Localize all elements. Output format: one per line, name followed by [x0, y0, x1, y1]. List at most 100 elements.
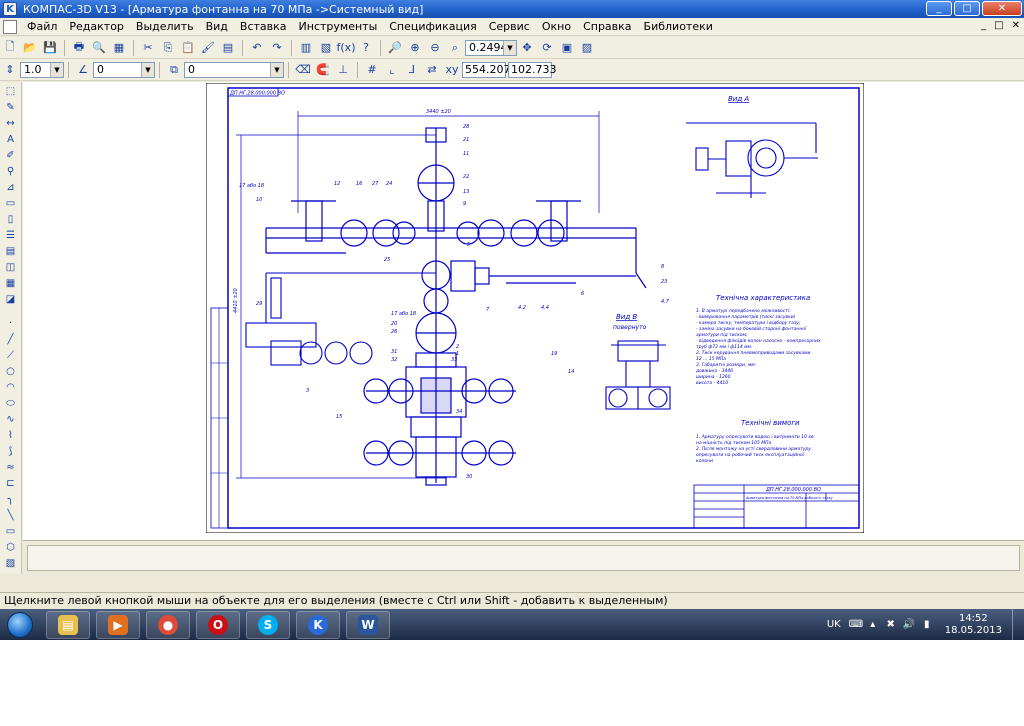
menu-window[interactable]: Окно [536, 20, 577, 33]
variables-icon[interactable]: ▧ [318, 40, 334, 56]
macro-tool-icon[interactable]: ◪ [3, 292, 19, 307]
fillet-icon[interactable]: ╮ [3, 492, 19, 507]
taskbar-word[interactable]: W [346, 610, 390, 639]
contour-icon[interactable]: ⊏ [3, 476, 19, 491]
cursor-coords-icon[interactable]: ⇄ [424, 62, 440, 78]
drawing-sheet[interactable]: ДП.НГ.28.000.000 ВО 3440 ±20 4410 ±20 Ви… [206, 83, 864, 533]
arc-icon[interactable]: ◠ [3, 380, 19, 395]
edit-tool-icon[interactable]: ✐ [3, 148, 19, 163]
menu-libraries[interactable]: Библиотеки [638, 20, 719, 33]
mdi-close-button[interactable]: ✕ [1012, 20, 1020, 31]
menu-editor[interactable]: Редактор [63, 20, 130, 33]
refresh-icon[interactable]: ⟳ [539, 40, 555, 56]
coord-x-field[interactable]: 554.207 [462, 61, 511, 78]
reports-tool-icon[interactable]: ▤ [3, 244, 19, 259]
taskbar-opera[interactable]: O [196, 610, 240, 639]
ortho-mode-icon[interactable]: ⅃ [404, 62, 420, 78]
tray-arrow-icon[interactable]: ▴ [867, 619, 879, 631]
close-button[interactable]: ✕ [982, 1, 1022, 16]
chevron-down-icon[interactable]: ▼ [141, 62, 154, 77]
menu-help[interactable]: Справка [577, 20, 637, 33]
point-icon[interactable]: · [3, 316, 19, 331]
cut-icon[interactable]: ✂ [140, 40, 156, 56]
taskbar-explorer[interactable]: ▤ [46, 610, 90, 639]
fragment-tool-icon[interactable]: ▦ [3, 276, 19, 291]
ortho-icon[interactable]: ⊥ [335, 62, 351, 78]
ellipse-icon[interactable]: ⬭ [3, 396, 19, 411]
mdi-restore-button[interactable]: □ [994, 20, 1003, 31]
horizontal-scrollbar[interactable] [0, 574, 1024, 592]
zoom-out-icon[interactable]: ⊖ [427, 40, 443, 56]
circle-icon[interactable]: ○ [3, 364, 19, 379]
snap-icon[interactable]: 🧲 [315, 62, 331, 78]
new-document-icon[interactable]: 🗋 [2, 40, 18, 56]
preview-icon[interactable]: 🔍 [91, 40, 107, 56]
auxiliary-line-icon[interactable]: ╱ [3, 332, 19, 347]
show-desktop-button[interactable] [1012, 609, 1024, 640]
zoom-combo[interactable]: 0.2494 ▼ [465, 39, 517, 56]
taskbar-chrome[interactable]: ● [146, 610, 190, 639]
view-manager-icon[interactable]: ▨ [579, 40, 595, 56]
chevron-down-icon[interactable]: ▼ [503, 40, 516, 55]
curve-icon[interactable]: ⟆ [3, 444, 19, 459]
layers-icon[interactable]: ▣ [559, 40, 575, 56]
function-icon[interactable]: f(x) [337, 40, 356, 56]
zoom-in-icon[interactable]: ⊕ [407, 40, 423, 56]
help-pointer-icon[interactable]: ? [358, 40, 374, 56]
rectangle-icon[interactable]: ▭ [3, 524, 19, 539]
volume-icon[interactable]: 🔊 [903, 619, 915, 631]
selection-tool-icon[interactable]: ▭ [3, 196, 19, 211]
open-folder-icon[interactable]: 📂 [22, 40, 38, 56]
redo-icon[interactable]: ↷ [269, 40, 285, 56]
save-icon[interactable]: 💾 [42, 40, 58, 56]
polyline-icon[interactable]: ⌇ [3, 428, 19, 443]
network-icon[interactable]: ▮ [921, 619, 933, 631]
select-tool-icon[interactable]: ⬚ [3, 84, 19, 99]
associative-views-icon[interactable]: ▯ [3, 212, 19, 227]
menu-insert[interactable]: Вставка [234, 20, 293, 33]
chevron-down-icon[interactable]: ▼ [270, 62, 283, 77]
undo-icon[interactable]: ↶ [249, 40, 265, 56]
menu-view[interactable]: Вид [200, 20, 234, 33]
eraser-icon[interactable]: ⌫ [295, 62, 311, 78]
angle-combo[interactable]: 0 ▼ [93, 61, 155, 78]
copy-icon[interactable]: ⎘ [160, 40, 176, 56]
menu-file[interactable]: Файл [21, 20, 63, 33]
mdi-minimize-button[interactable]: _ [981, 20, 986, 31]
grid-icon[interactable]: # [364, 62, 380, 78]
hatch-icon[interactable]: ▧ [3, 556, 19, 571]
document-icon[interactable] [3, 19, 17, 34]
paste-icon[interactable]: 📋 [180, 40, 196, 56]
print-icon[interactable]: 🖶 [71, 40, 87, 56]
language-indicator[interactable]: UK [827, 619, 841, 630]
properties-icon[interactable]: ▤ [220, 40, 236, 56]
geometry-tool-icon[interactable]: ✎ [3, 100, 19, 115]
format-brush-icon[interactable]: 🖌 [200, 40, 216, 56]
minimize-button[interactable]: _ [926, 1, 952, 16]
chamfer-icon[interactable]: ╲ [3, 508, 19, 523]
coord-y-field[interactable]: 102.733 [508, 61, 557, 78]
antivirus-icon[interactable]: ✖ [885, 619, 897, 631]
menu-tools[interactable]: Инструменты [293, 20, 384, 33]
start-button[interactable] [0, 609, 40, 640]
pan-icon[interactable]: ✥ [519, 40, 535, 56]
dimension-tool-icon[interactable]: ↔ [3, 116, 19, 131]
spline-icon[interactable]: ∿ [3, 412, 19, 427]
drawing-work-area[interactable]: ДП.НГ.28.000.000 ВО 3440 ±20 4410 ±20 Ви… [23, 82, 1024, 540]
segment-icon[interactable]: ⟋ [3, 348, 19, 363]
measure-tool-icon[interactable]: ⊿ [3, 180, 19, 195]
spec-tool-icon[interactable]: ☰ [3, 228, 19, 243]
insert-tool-icon[interactable]: ◫ [3, 260, 19, 275]
properties-panel-content[interactable] [27, 545, 1020, 571]
menu-service[interactable]: Сервис [483, 20, 536, 33]
angle-icon[interactable]: ∠ [75, 62, 91, 78]
manager-icon[interactable]: ▦ [111, 40, 127, 56]
local-cs-icon[interactable]: ⌞ [384, 62, 400, 78]
step-combo[interactable]: 1.0 ▼ [20, 61, 64, 78]
step-icon[interactable]: ⇕ [2, 62, 18, 78]
polygon-icon[interactable]: ⬡ [3, 540, 19, 555]
taskbar-kompas[interactable]: K [296, 610, 340, 639]
parametrization-tool-icon[interactable]: ⚲ [3, 164, 19, 179]
layer-combo[interactable]: 0 ▼ [184, 61, 284, 78]
zoom-scale-icon[interactable]: ⌕ [447, 40, 463, 56]
